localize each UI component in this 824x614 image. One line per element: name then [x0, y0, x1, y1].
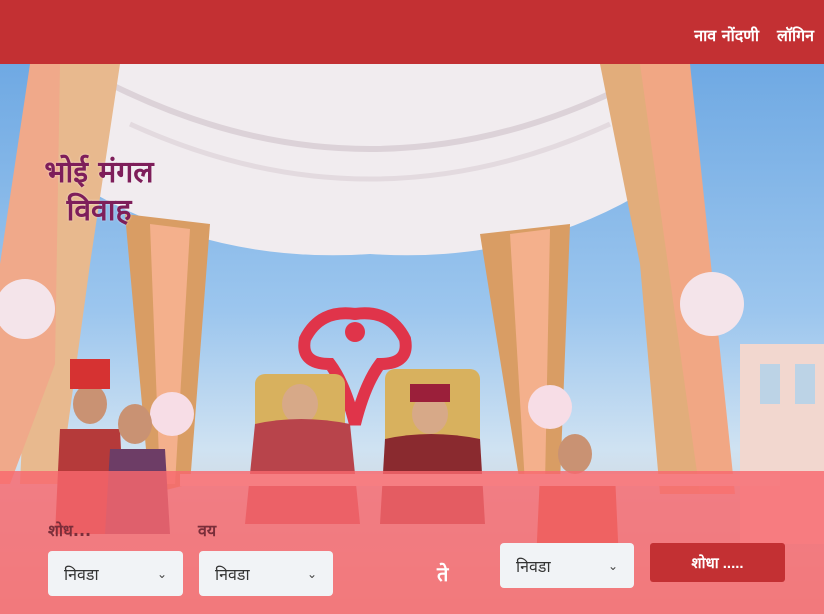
site-logo[interactable]: भोई मंगल विवाह	[14, 154, 184, 231]
age-to-select[interactable]: निवडा ⌄	[500, 543, 634, 588]
age-from-select-value: निवडा	[215, 564, 250, 584]
logo-line-1: भोई मंगल	[44, 155, 154, 190]
chevron-down-icon: ⌄	[607, 558, 618, 573]
gender-select[interactable]: निवडा ⌄	[48, 551, 183, 596]
age-from-select[interactable]: निवडा ⌄	[199, 551, 333, 596]
top-navbar: नाव नोंदणी लॉगिन	[0, 0, 824, 64]
chevron-down-icon: ⌄	[306, 566, 317, 581]
search-button[interactable]: शोधा .....	[650, 543, 785, 582]
search-label: शोध...	[48, 521, 92, 540]
age-label: वय	[198, 521, 217, 540]
nav-register-link[interactable]: नाव नोंदणी	[694, 24, 759, 46]
to-text: ते	[437, 562, 449, 586]
logo-line-2: विवाह	[66, 193, 132, 229]
nav-login-link[interactable]: लॉगिन	[777, 24, 814, 46]
nav-links: नाव नोंदणी लॉगिन	[694, 24, 814, 46]
gender-select-value: निवडा	[64, 564, 99, 584]
age-to-select-value: निवडा	[516, 556, 551, 576]
chevron-down-icon: ⌄	[156, 566, 167, 581]
